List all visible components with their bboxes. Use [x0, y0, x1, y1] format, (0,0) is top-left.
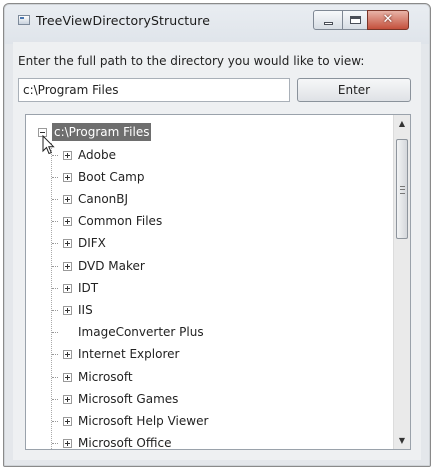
tree-node[interactable]: Microsoft: [26, 368, 326, 386]
tree-connector-line: [52, 310, 58, 311]
app-window: TreeViewDirectoryStructure ✕ Enter the f…: [3, 3, 431, 467]
scroll-down-arrow-icon[interactable]: ▼: [394, 432, 410, 449]
tree-node[interactable]: IDT: [26, 279, 326, 297]
tree-node[interactable]: CanonBJ: [26, 190, 326, 208]
scrollbar-thumb[interactable]: [396, 139, 408, 239]
close-button[interactable]: ✕: [367, 10, 409, 30]
tree-node[interactable]: DIFX: [26, 234, 326, 252]
minimize-button[interactable]: [313, 10, 343, 30]
minimize-icon: [324, 22, 333, 25]
tree-connector-line: [52, 354, 58, 355]
expand-icon[interactable]: [63, 439, 72, 448]
tree-connector-line: [52, 199, 58, 200]
expand-icon[interactable]: [63, 373, 72, 382]
window-title: TreeViewDirectoryStructure: [36, 13, 211, 28]
tree-node-label: Internet Explorer: [78, 347, 180, 361]
tree-node-label: Microsoft Games: [78, 392, 179, 406]
tree-connector-line: [52, 399, 58, 400]
tree-node-label: Microsoft Office: [78, 436, 172, 450]
expand-icon[interactable]: [63, 151, 72, 160]
directory-tree-view[interactable]: c:\Program Files Adobe Boot Camp CanonBJ Co…: [25, 114, 411, 450]
tree-node[interactable]: Internet Explorer: [26, 345, 326, 363]
tree-connector-line: [52, 443, 58, 444]
tree-node-label: Adobe: [78, 148, 116, 162]
expand-icon[interactable]: [63, 217, 72, 226]
close-icon: ✕: [382, 12, 394, 27]
enter-button[interactable]: Enter: [297, 78, 411, 102]
tree-node[interactable]: ImageConverter Plus: [26, 323, 326, 341]
tree-node[interactable]: Microsoft Help Viewer: [26, 412, 326, 430]
app-window-icon: [18, 15, 30, 25]
tree-connector-line: [52, 266, 58, 267]
tree-node[interactable]: Common Files: [26, 212, 326, 230]
tree-connector-line: [52, 177, 58, 178]
tree-connector-line: [52, 155, 58, 156]
expand-icon[interactable]: [63, 284, 72, 293]
title-bar[interactable]: TreeViewDirectoryStructure ✕: [4, 4, 430, 38]
tree-node-label: Microsoft Help Viewer: [78, 414, 209, 428]
tree-node-label: IDT: [78, 281, 99, 295]
tree-node-label: DIFX: [78, 236, 106, 250]
path-input[interactable]: [18, 78, 290, 102]
tree-connector-line: [52, 221, 58, 222]
tree-node-label: c:\Program Files: [52, 123, 152, 141]
tree-node-label: CanonBJ: [78, 192, 129, 206]
tree-node-label: IIS: [78, 303, 93, 317]
path-prompt-label: Enter the full path to the directory you…: [18, 54, 365, 68]
expand-icon[interactable]: [63, 306, 72, 315]
vertical-scrollbar[interactable]: ▲ ▼: [393, 115, 410, 449]
tree-node-label: DVD Maker: [78, 259, 145, 273]
tree-node-label: Microsoft: [78, 370, 133, 384]
tree-connector-line: [52, 377, 58, 378]
tree-node-label: ImageConverter Plus: [78, 325, 204, 339]
tree-node[interactable]: IIS: [26, 301, 326, 319]
expand-icon[interactable]: [63, 195, 72, 204]
maximize-icon: [350, 16, 361, 24]
expand-icon[interactable]: [63, 262, 72, 271]
scroll-up-arrow-icon[interactable]: ▲: [394, 115, 410, 132]
tree-connector-line: [52, 288, 58, 289]
expand-icon[interactable]: [63, 350, 72, 359]
scrollbar-grip-icon: [400, 186, 405, 194]
tree-node[interactable]: Boot Camp: [26, 168, 326, 186]
expand-icon[interactable]: [63, 417, 72, 426]
expand-icon[interactable]: [63, 395, 72, 404]
tree-connector-line: [52, 243, 58, 244]
tree-node[interactable]: Adobe: [26, 146, 326, 164]
tree-node-label: Boot Camp: [78, 170, 145, 184]
form-client-area: Enter the full path to the directory you…: [13, 42, 421, 460]
expand-icon[interactable]: [63, 239, 72, 248]
tree-node[interactable]: DVD Maker: [26, 257, 326, 275]
tree-node[interactable]: Microsoft Games: [26, 390, 326, 408]
tree-node[interactable]: Microsoft Office: [26, 434, 326, 450]
mouse-pointer-icon: [42, 135, 55, 155]
tree-node-root[interactable]: c:\Program Files: [38, 123, 238, 141]
tree-connector-line: [52, 421, 58, 422]
expand-icon[interactable]: [63, 173, 72, 182]
tree-node-label: Common Files: [78, 214, 163, 228]
maximize-button[interactable]: [342, 10, 368, 30]
tree-connector-line: [52, 332, 58, 333]
